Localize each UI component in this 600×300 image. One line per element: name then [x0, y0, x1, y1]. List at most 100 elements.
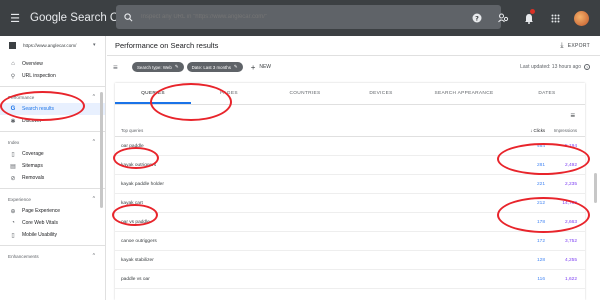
sidebar-item-page-experience[interactable]: ⊕ Page Experience — [0, 205, 105, 217]
query-cell: kayak outriggers — [121, 162, 157, 168]
chevron-up-icon: ^ — [92, 139, 95, 145]
help-icon[interactable]: ? — [464, 0, 490, 36]
query-cell: kayak paddle holder — [121, 181, 164, 187]
sidebar: https://www.anglecar.com/ ▾ ⌂ Overview ⚲… — [0, 36, 106, 300]
export-label: EXPORT — [567, 42, 590, 49]
sidebar-item-coverage[interactable]: ▯ Coverage — [0, 148, 105, 160]
tab-queries[interactable]: QUERIES — [115, 83, 191, 104]
table-row[interactable]: kayak cart 212 14,789 — [115, 194, 585, 213]
manage-users-icon[interactable] — [490, 0, 516, 36]
page-title: Performance on Search results — [115, 41, 219, 50]
tab-dates[interactable]: DATES — [509, 83, 585, 104]
sidebar-item-label: Coverage — [22, 151, 44, 157]
menu-icon[interactable]: ☰ — [0, 12, 30, 25]
divider — [0, 188, 105, 189]
divider — [0, 131, 105, 132]
notifications-icon[interactable] — [516, 0, 542, 36]
table-row[interactable]: oar paddle 464 5,194 — [115, 137, 585, 156]
svg-text:?: ? — [475, 14, 479, 22]
sidebar-item-removals[interactable]: ⊘ Removals — [0, 172, 105, 184]
column-header-query[interactable]: Top queries — [115, 128, 505, 133]
last-updated: Last updated: 13 hours ago ? — [520, 56, 590, 78]
chevron-up-icon: ^ — [92, 94, 95, 100]
section-label: Experience — [8, 196, 31, 202]
filter-icon[interactable]: ≡ — [113, 63, 124, 72]
property-icon — [9, 41, 16, 49]
section-experience[interactable]: Experience ^ — [0, 193, 105, 205]
impressions-cell: 2,235 — [564, 181, 577, 187]
sidebar-item-core-web-vitals[interactable]: ◔ Core Web Vitals — [0, 217, 105, 229]
property-selector[interactable]: https://www.anglecar.com/ ▾ — [0, 38, 105, 52]
impressions-cell: 1,622 — [564, 276, 577, 282]
sidebar-item-search-results[interactable]: G Search results — [0, 103, 105, 115]
table-row[interactable]: kayak stabilizer 128 4,255 — [115, 251, 585, 270]
sidebar-item-discover[interactable]: ✱ Discover — [0, 115, 105, 127]
section-index[interactable]: Index ^ — [0, 136, 105, 148]
filter-chip-search-type[interactable]: Search type: Web ✎ — [132, 62, 184, 72]
column-header-impressions[interactable]: Impressions — [545, 128, 585, 133]
sidebar-item-url-inspection[interactable]: ⚲ URL inspection — [0, 70, 105, 82]
sidebar-item-label: Removals — [22, 175, 45, 181]
sidebar-item-label: Mobile Usability — [22, 232, 58, 238]
section-performance[interactable]: Performance ^ — [0, 91, 105, 103]
table-row[interactable]: oar vs paddle 178 2,663 — [115, 213, 585, 232]
tab-search-appearance[interactable]: SEARCH APPEARANCE — [419, 83, 509, 104]
divider — [0, 245, 105, 246]
property-url: https://www.anglecar.com/ — [23, 42, 77, 48]
impressions-cell: 5,194 — [564, 143, 577, 149]
google-g-icon: G — [10, 106, 16, 112]
sidebar-item-overview[interactable]: ⌂ Overview — [0, 58, 105, 70]
section-enhancements[interactable]: Enhancements ^ — [0, 250, 105, 262]
impressions-cell: 3,752 — [564, 238, 577, 244]
edit-icon: ✎ — [233, 64, 238, 69]
table-row[interactable]: kayak paddle holder 221 2,235 — [115, 175, 585, 194]
account-avatar[interactable] — [568, 0, 594, 36]
table-row[interactable]: paddle vs oar 116 1,622 — [115, 270, 585, 289]
query-cell: kayak cart — [121, 200, 143, 206]
section-label: Index — [8, 139, 20, 145]
impressions-cell: 4,255 — [564, 257, 577, 263]
impressions-cell: 2,663 — [564, 219, 577, 225]
sidebar-item-mobile-usability[interactable]: ▯ Mobile Usability — [0, 229, 105, 241]
eye-off-icon: ⊘ — [10, 175, 16, 182]
sidebar-item-label: URL inspection — [22, 73, 56, 79]
top-actions: ? — [464, 0, 594, 36]
page-scrollbar[interactable] — [594, 173, 597, 203]
query-cell: oar paddle — [121, 143, 144, 149]
new-label: NEW — [259, 64, 272, 70]
impressions-cell: 14,789 — [562, 200, 577, 206]
sidebar-scrollbar[interactable] — [100, 92, 103, 208]
sidebar-item-label: Page Experience — [22, 208, 61, 214]
help-icon[interactable]: ? — [584, 64, 590, 70]
table-row[interactable]: canoe outriggers 172 3,752 — [115, 232, 585, 251]
filter-rows-icon[interactable]: ≡ — [570, 111, 575, 120]
url-inspection-search[interactable] — [116, 5, 501, 29]
tab-countries[interactable]: COUNTRIES — [267, 83, 343, 104]
chip-label: Date: Last 3 months — [191, 64, 231, 70]
chip-label: Search type: Web — [137, 64, 172, 70]
gauge-icon: ◔ — [11, 220, 15, 226]
new-filter-button[interactable]: + NEW — [251, 63, 271, 72]
query-cell: canoe outriggers — [121, 238, 157, 244]
divider — [0, 86, 105, 87]
apps-grid-icon[interactable] — [542, 0, 568, 36]
clicks-cell: 128 — [536, 257, 545, 263]
dimension-tabs: QUERIES PAGES COUNTRIES DEVICES SEARCH A… — [115, 83, 585, 105]
chevron-up-icon: ^ — [92, 253, 95, 259]
tab-pages[interactable]: PAGES — [191, 83, 267, 104]
sidebar-item-sitemaps[interactable]: ▤ Sitemaps — [0, 160, 105, 172]
tab-devices[interactable]: DEVICES — [343, 83, 419, 104]
edit-icon: ✎ — [174, 64, 179, 69]
clicks-cell: 116 — [537, 276, 545, 282]
export-button[interactable]: ⤓ EXPORT — [550, 42, 600, 50]
page-header: Performance on Search results ⤓ EXPORT — [107, 36, 600, 56]
filter-chip-date[interactable]: Date: Last 3 months ✎ — [186, 62, 243, 72]
search-input[interactable] — [141, 14, 501, 20]
search-icon: ⚲ — [10, 73, 16, 80]
table-row[interactable]: kayak outriggers 281 2,492 — [115, 156, 585, 175]
sidebar-item-label: Search results — [22, 106, 54, 112]
column-header-clicks[interactable]: ↓ Clicks — [505, 128, 545, 133]
search-icon — [124, 12, 133, 21]
file-icon: ▯ — [11, 151, 15, 158]
sidebar-item-label: Discover — [22, 118, 42, 124]
